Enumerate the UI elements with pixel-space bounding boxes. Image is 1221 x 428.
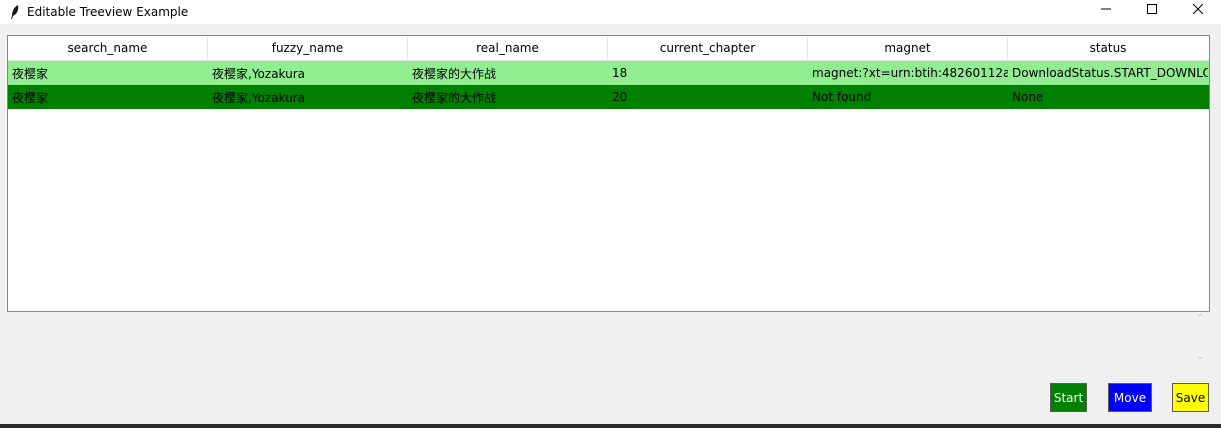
table-cell: 夜樱家的大作战 [412,66,497,81]
table-cell: magnet:?xt=urn:btih:48260112a0a [812,66,1008,80]
table-cell: DownloadStatus.START_DOWNLOAD [1012,66,1208,80]
start-button[interactable]: Start [1050,383,1087,412]
minimize-icon [1101,3,1111,17]
scroll-down-icon[interactable]: ⌄ [1196,351,1204,363]
maximize-icon [1147,3,1157,17]
table-cell: 夜樱家,Yozakura [212,90,306,105]
maximize-button[interactable] [1129,0,1175,20]
treeview[interactable]: search_name fuzzy_name real_name current… [7,35,1210,312]
app-window: Editable Treeview Example search_name fu… [0,0,1221,428]
table-cell: 夜樱家,Yozakura [212,66,306,81]
save-button[interactable]: Save [1172,383,1209,412]
table-cell: 夜樱家的大作战 [412,90,497,105]
window-bottom-edge [0,424,1221,428]
move-button[interactable]: Move [1108,383,1152,412]
table-cell: None [1012,90,1044,104]
column-header-magnet[interactable]: magnet [808,36,1008,60]
treeview-header: search_name fuzzy_name real_name current… [8,36,1209,61]
feather-icon [6,3,24,21]
column-header-current-chapter[interactable]: current_chapter [608,36,808,60]
table-cell: 夜樱家 [12,90,49,105]
window-controls [1083,0,1221,20]
table-cell: Not found [812,90,872,104]
vertical-scrollbar[interactable]: ⌃ ⌄ [1192,313,1209,363]
column-header-real-name[interactable]: real_name [408,36,608,60]
column-header-fuzzy-name[interactable]: fuzzy_name [208,36,408,60]
scroll-up-icon[interactable]: ⌃ [1196,313,1204,325]
table-cell: 18 [612,66,628,80]
title-bar[interactable]: Editable Treeview Example [0,0,1221,24]
table-cell: 20 [612,90,628,104]
table-row[interactable]: 夜樱家 夜樱家,Yozakura 夜樱家的大作战 20 Not found No… [8,85,1209,109]
column-header-search-name[interactable]: search_name [8,36,208,60]
table-cell: 夜樱家 [12,66,49,81]
close-icon [1192,3,1204,17]
close-button[interactable] [1175,0,1221,20]
column-header-status[interactable]: status [1008,36,1208,60]
minimize-button[interactable] [1083,0,1129,20]
window-title: Editable Treeview Example [27,5,189,19]
table-row[interactable]: 夜樱家 夜樱家,Yozakura 夜樱家的大作战 18 magnet:?xt=u… [8,61,1209,85]
